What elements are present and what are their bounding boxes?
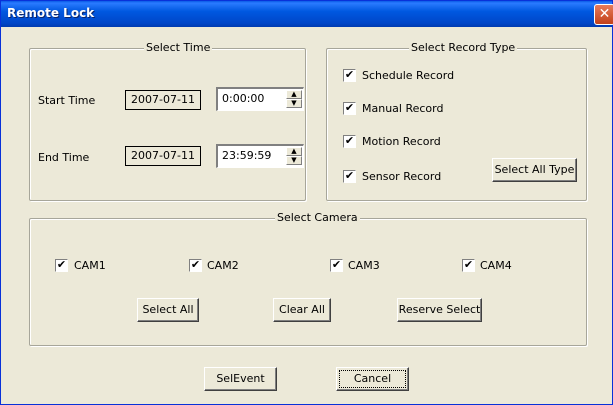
cam4-checkbox[interactable]: ✔ bbox=[462, 259, 475, 272]
cam2-checkbox[interactable]: ✔ bbox=[189, 259, 202, 272]
schedule-record-checkbox[interactable]: ✔ bbox=[343, 69, 356, 82]
cam1-checkbox[interactable]: ✔ bbox=[55, 259, 68, 272]
select-time-group: Select Time Start Time 2007-07-11 0:00:0… bbox=[29, 41, 306, 201]
sensor-record-label[interactable]: Sensor Record bbox=[362, 170, 441, 183]
start-time-label: Start Time bbox=[38, 94, 96, 107]
remote-lock-dialog: Remote Lock ✕ Select Time Start Time 200… bbox=[0, 0, 613, 405]
motion-record-checkbox[interactable]: ✔ bbox=[343, 135, 356, 148]
select-time-legend: Select Time bbox=[144, 41, 213, 54]
start-time-field[interactable]: 0:00:00 ▲ ▼ bbox=[216, 87, 304, 111]
cam3-label[interactable]: CAM3 bbox=[348, 259, 380, 272]
select-all-button[interactable]: Select All bbox=[137, 298, 199, 322]
end-time-spinner[interactable]: ▲ ▼ bbox=[286, 147, 302, 166]
end-time-field[interactable]: 23:59:59 ▲ ▼ bbox=[216, 144, 304, 168]
cancel-button[interactable]: Cancel bbox=[336, 367, 409, 391]
selevent-button[interactable]: SelEvent bbox=[204, 367, 277, 391]
manual-record-label[interactable]: Manual Record bbox=[362, 102, 443, 115]
end-time-value: 23:59:59 bbox=[222, 149, 272, 162]
start-time-spinner[interactable]: ▲ ▼ bbox=[286, 90, 302, 109]
close-icon[interactable]: ✕ bbox=[594, 4, 613, 25]
clear-all-button[interactable]: Clear All bbox=[273, 298, 331, 322]
end-date-field[interactable]: 2007-07-11 bbox=[125, 146, 201, 166]
reserve-select-button[interactable]: Reserve Select bbox=[397, 298, 482, 322]
select-camera-group: Select Camera ✔ CAM1 ✔ CAM2 ✔ CAM3 ✔ CAM… bbox=[29, 211, 587, 346]
cam4-label[interactable]: CAM4 bbox=[480, 259, 512, 272]
title-bar[interactable]: Remote Lock ✕ bbox=[1, 1, 613, 27]
window-title: Remote Lock bbox=[7, 6, 95, 20]
record-type-legend: Select Record Type bbox=[409, 41, 518, 54]
spin-down-icon[interactable]: ▼ bbox=[286, 156, 302, 165]
start-time-value: 0:00:00 bbox=[222, 92, 265, 105]
start-date-field[interactable]: 2007-07-11 bbox=[125, 90, 201, 110]
cam2-label[interactable]: CAM2 bbox=[207, 259, 239, 272]
sensor-record-checkbox[interactable]: ✔ bbox=[343, 170, 356, 183]
select-all-type-button[interactable]: Select All Type bbox=[492, 158, 577, 182]
record-type-group: Select Record Type ✔ Schedule Record ✔ M… bbox=[326, 41, 587, 201]
motion-record-label[interactable]: Motion Record bbox=[362, 135, 441, 148]
cam3-checkbox[interactable]: ✔ bbox=[330, 259, 343, 272]
end-time-label: End Time bbox=[38, 151, 90, 164]
schedule-record-label[interactable]: Schedule Record bbox=[362, 69, 454, 82]
spin-up-icon[interactable]: ▲ bbox=[286, 90, 302, 99]
spin-up-icon[interactable]: ▲ bbox=[286, 147, 302, 156]
manual-record-checkbox[interactable]: ✔ bbox=[343, 102, 356, 115]
spin-down-icon[interactable]: ▼ bbox=[286, 99, 302, 108]
select-camera-legend: Select Camera bbox=[275, 211, 360, 224]
cam1-label[interactable]: CAM1 bbox=[74, 259, 106, 272]
